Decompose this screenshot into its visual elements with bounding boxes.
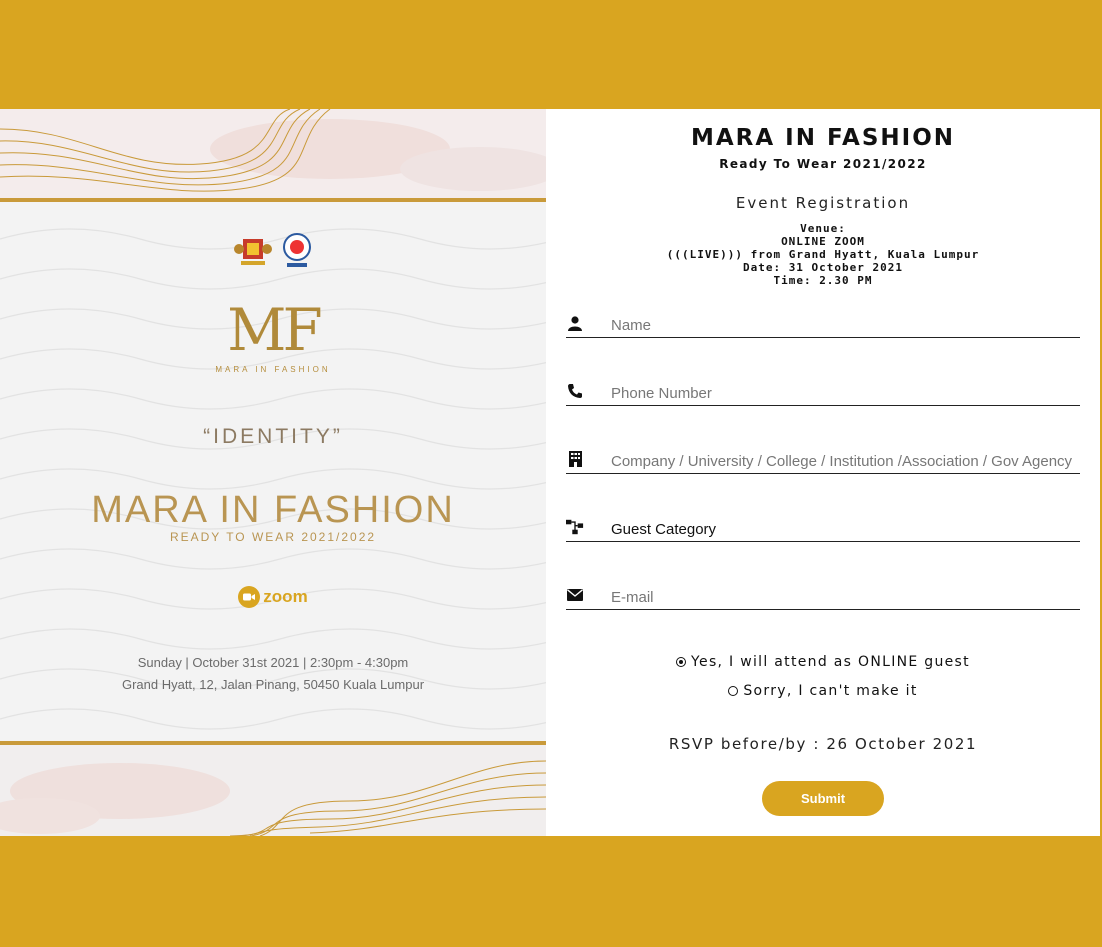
- wave-background: [0, 228, 546, 730]
- venue-location: (((LIVE))) from Grand Hyatt, Kuala Lumpu…: [666, 248, 980, 261]
- mara-crest-icon: [283, 233, 311, 267]
- email-field-row: [566, 579, 1080, 610]
- name-input[interactable]: [611, 317, 1076, 334]
- page-title: MARA IN FASHION: [690, 125, 956, 151]
- rsvp-deadline: RSVP before/by : 26 October 2021: [668, 735, 978, 753]
- zoom-camera-icon: [238, 586, 261, 608]
- mf-logo-letters: MF: [227, 296, 323, 364]
- organization-input[interactable]: [611, 453, 1076, 470]
- venue-date: Date: 31 October 2021: [742, 261, 904, 274]
- venue-label: Venue:: [800, 222, 846, 235]
- venue-platform: ONLINE ZOOM: [781, 235, 865, 248]
- name-field-row: [566, 307, 1080, 338]
- marble-band-bottom: [0, 741, 546, 836]
- mf-logo-subtitle: MARA IN FASHION: [215, 365, 331, 374]
- poster-details: Sunday | October 31st 2021 | 2:30pm - 4:…: [0, 652, 546, 696]
- submit-button[interactable]: Submit: [762, 781, 884, 816]
- event-poster: MF MARA IN FASHION “IDENTITY” MARA IN FA…: [0, 109, 546, 836]
- attend-online-label: Yes, I will attend as ONLINE guest: [691, 653, 970, 670]
- decline-option[interactable]: Sorry, I can't make it: [546, 676, 1100, 705]
- guest-category-field-row[interactable]: Guest Category: [566, 511, 1080, 542]
- decline-label: Sorry, I can't make it: [743, 682, 918, 699]
- organization-field-row: [566, 443, 1080, 474]
- phone-input[interactable]: [611, 385, 1076, 402]
- venue-info: Venue: ONLINE ZOOM (((LIVE))) from Grand…: [546, 222, 1100, 287]
- zoom-wordmark: zoom: [263, 587, 308, 606]
- envelope-icon: [566, 586, 584, 604]
- page-subtitle: Ready To Wear 2021/2022: [719, 157, 927, 171]
- guest-category-select[interactable]: Guest Category: [611, 521, 1076, 538]
- poster-subtitle: READY TO WEAR 2021/2022: [169, 530, 377, 544]
- attend-online-option[interactable]: Yes, I will attend as ONLINE guest: [546, 647, 1100, 676]
- user-icon: [566, 314, 584, 332]
- venue-time: Time: 2.30 PM: [773, 274, 873, 287]
- phone-icon: [566, 382, 584, 400]
- poster-date-line: Sunday | October 31st 2021 | 2:30pm - 4:…: [137, 655, 409, 670]
- sitemap-icon: [566, 518, 584, 536]
- poster-address-line: Grand Hyatt, 12, Jalan Pinang, 50450 Kua…: [121, 677, 425, 692]
- poster-title: MARA IN FASHION: [91, 489, 455, 531]
- marble-band-top: [0, 109, 546, 202]
- attendance-options: Yes, I will attend as ONLINE guest Sorry…: [546, 647, 1100, 705]
- building-icon: [566, 450, 584, 468]
- registration-form: MARA IN FASHION Ready To Wear 2021/2022 …: [546, 109, 1100, 836]
- malaysia-crest-icon: [234, 239, 272, 265]
- decline-radio[interactable]: [728, 685, 739, 696]
- crests: [0, 231, 546, 271]
- registration-card: MF MARA IN FASHION “IDENTITY” MARA IN FA…: [0, 109, 1100, 836]
- mf-logo: MF MARA IN FASHION: [0, 299, 546, 374]
- attend-online-radio[interactable]: [676, 656, 687, 667]
- zoom-logo: zoom: [0, 586, 546, 608]
- section-title: Event Registration: [735, 194, 911, 212]
- phone-field-row: [566, 375, 1080, 406]
- email-input[interactable]: [611, 589, 1076, 606]
- poster-theme: “IDENTITY”: [203, 425, 343, 448]
